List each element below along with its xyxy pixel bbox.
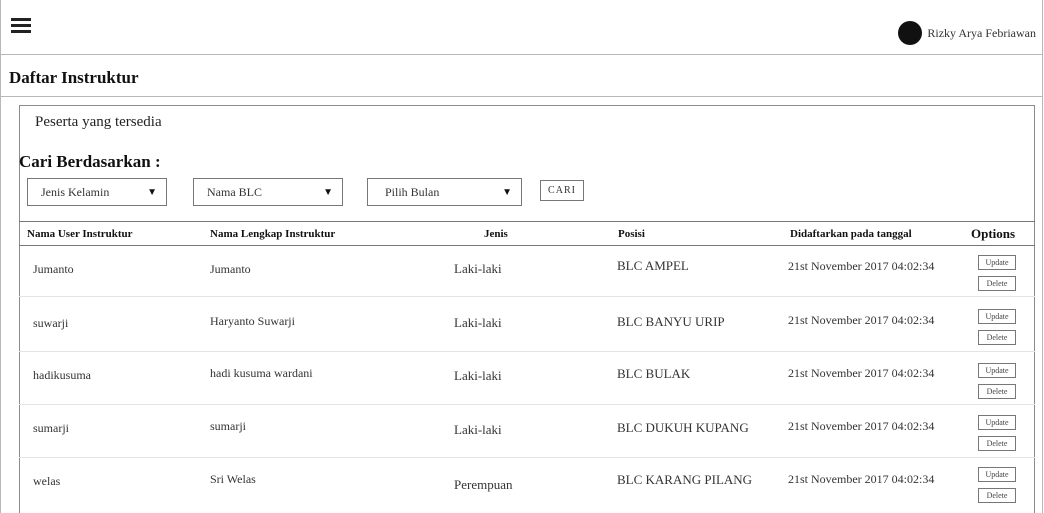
cell-username: suwarji: [33, 316, 69, 330]
top-bar: Rizky Arya Febriawan: [0, 0, 1043, 55]
delete-button[interactable]: Delete: [978, 488, 1016, 503]
cell-username: hadikusuma: [33, 368, 91, 382]
row-divider: [19, 296, 1035, 297]
header-posisi: Posisi: [618, 228, 645, 240]
header-fullname: Nama Lengkap Instruktur: [210, 228, 336, 240]
peserta-label: Peserta yang tersedia: [35, 114, 162, 130]
search-label: Cari Berdasarkan :: [19, 152, 161, 171]
update-button[interactable]: Update: [978, 415, 1016, 430]
cell-jenis: Laki-laki: [454, 422, 502, 437]
header-options: Options: [971, 226, 1016, 241]
page-title: Daftar Instruktur: [9, 68, 139, 87]
cell-username: Jumanto: [33, 262, 74, 276]
title-divider: [0, 96, 1043, 97]
blc-select[interactable]: Nama BLC ▼: [193, 178, 343, 206]
cell-jenis: Perempuan: [454, 477, 513, 492]
blc-select-value: Nama BLC: [207, 185, 262, 199]
header-tanggal: Didaftarkan pada tanggal: [790, 228, 912, 240]
user-menu[interactable]: Rizky Arya Febriawan: [898, 21, 1036, 45]
cell-tanggal: 21st November 2017 04:02:34: [788, 259, 935, 273]
cell-jenis: Laki-laki: [454, 261, 502, 276]
cell-fullname: Haryanto Suwarji: [210, 314, 295, 328]
cell-fullname: Jumanto: [210, 262, 251, 276]
gender-select[interactable]: Jenis Kelamin ▼: [27, 178, 167, 206]
cell-fullname: sumarji: [210, 419, 246, 433]
cell-username: sumarji: [33, 421, 69, 435]
cell-fullname: Sri Welas: [210, 472, 256, 486]
search-button[interactable]: CARI: [540, 180, 584, 201]
hamburger-menu-icon[interactable]: [11, 18, 31, 36]
row-divider: [19, 351, 1035, 352]
cell-tanggal: 21st November 2017 04:02:34: [788, 472, 935, 486]
chevron-down-icon: ▼: [323, 187, 333, 198]
cell-jenis: Laki-laki: [454, 315, 502, 330]
cell-tanggal: 21st November 2017 04:02:34: [788, 419, 935, 433]
row-divider: [19, 404, 1035, 405]
cell-tanggal: 21st November 2017 04:02:34: [788, 366, 935, 380]
cell-username: welas: [33, 474, 61, 488]
user-name[interactable]: Rizky Arya Febriawan: [927, 26, 1036, 41]
update-button[interactable]: Update: [978, 363, 1016, 378]
cell-fullname: hadi kusuma wardani: [210, 366, 313, 380]
cell-posisi: BLC AMPEL: [617, 258, 689, 273]
delete-button[interactable]: Delete: [978, 330, 1016, 345]
chevron-down-icon: ▼: [502, 187, 512, 198]
update-button[interactable]: Update: [978, 467, 1016, 482]
cell-posisi: BLC DUKUH KUPANG: [617, 420, 749, 435]
content-box: [19, 105, 1035, 513]
gender-select-value: Jenis Kelamin: [41, 185, 110, 199]
chevron-down-icon: ▼: [147, 187, 157, 198]
cell-posisi: BLC KARANG PILANG: [617, 472, 753, 487]
month-select-value: Pilih Bulan: [385, 185, 440, 199]
user-avatar-icon[interactable]: [898, 21, 923, 45]
header-jenis: Jenis: [484, 228, 508, 240]
cell-tanggal: 21st November 2017 04:02:34: [788, 313, 935, 327]
update-button[interactable]: Update: [978, 309, 1016, 324]
delete-button[interactable]: Delete: [978, 436, 1016, 451]
delete-button[interactable]: Delete: [978, 384, 1016, 399]
row-divider: [19, 457, 1035, 458]
cell-posisi: BLC BANYU URIP: [617, 314, 725, 329]
cell-posisi: BLC BULAK: [617, 366, 691, 381]
update-button[interactable]: Update: [978, 255, 1016, 270]
cell-jenis: Laki-laki: [454, 368, 502, 383]
header-username: Nama User Instruktur: [27, 228, 133, 240]
month-select[interactable]: Pilih Bulan ▼: [367, 178, 522, 206]
delete-button[interactable]: Delete: [978, 276, 1016, 291]
